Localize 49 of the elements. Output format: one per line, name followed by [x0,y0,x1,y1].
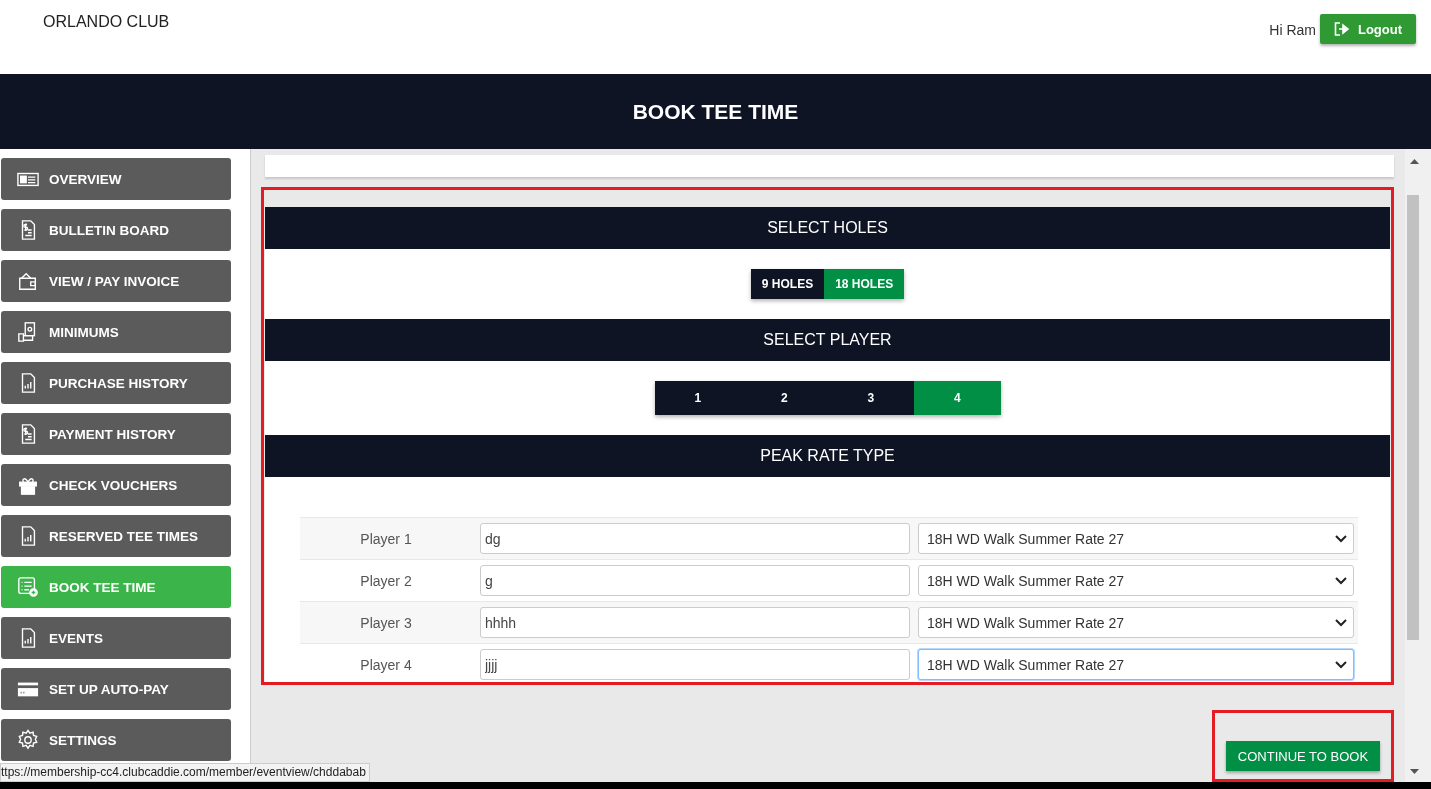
rate-dropdown[interactable]: 18H WD Walk Summer Rate 27 [918,649,1354,680]
player-count-option[interactable]: 2 [741,381,828,415]
player-name-field[interactable]: hhhh [480,607,910,638]
chevron-down-icon [1335,660,1347,669]
list-plus-icon [17,576,39,598]
chevron-down-icon [1335,618,1347,627]
player-name-field[interactable]: g [480,565,910,596]
sidebar-item[interactable]: RESERVED TEE TIMES [1,515,231,557]
sidebar-item[interactable]: PURCHASE HISTORY [1,362,231,404]
player-count-option[interactable]: 1 [654,381,741,415]
wallet-icon [17,270,39,292]
logout-icon [1333,22,1350,36]
continue-to-book-button[interactable]: CONTINUE TO BOOK [1225,741,1381,771]
rate-dropdown[interactable]: 18H WD Walk Summer Rate 27 [918,607,1354,638]
scrollbar[interactable] [1405,149,1431,782]
section-header: SELECT HOLES [265,207,1390,249]
greeting: Hi Ram [1269,22,1316,38]
logout-button[interactable]: Logout [1319,14,1416,44]
status-url: ttps://membership-cc4.clubcaddie.com/member/eventview/chddabab [0,763,370,782]
player-count-option[interactable]: 3 [827,381,914,415]
sidebar-item[interactable]: MINIMUMS [1,311,231,353]
player-count-option[interactable]: 4 [914,381,1001,415]
player-label: Player 2 [359,572,413,589]
player-label: Player 1 [359,530,413,547]
player-name-field[interactable]: jjjj [480,649,910,680]
section-header: PEAK RATE TYPE [265,435,1390,477]
settings-icon [17,729,39,751]
section-header: SELECT PLAYER [265,319,1390,361]
chevron-down-icon [1335,576,1347,585]
sidebar-item[interactable]: SETTINGS [1,719,231,761]
holes-option[interactable]: 9 HOLES [750,269,825,299]
rate-dropdown[interactable]: 18H WD Walk Summer Rate 27 [918,565,1354,596]
scroll-down-icon[interactable] [1410,769,1419,774]
scroll-up-icon[interactable] [1410,159,1419,164]
sidebar-item[interactable]: OVERVIEW [1,158,231,200]
sidebar-item[interactable]: CHECK VOUCHERS [1,464,231,506]
player-label: Player 3 [359,614,413,631]
player-label: Player 4 [359,656,413,673]
sidebar-item[interactable]: BULLETIN BOARD [1,209,231,251]
chevron-down-icon [1335,534,1347,543]
rate-dropdown[interactable]: 18H WD Walk Summer Rate 27 [918,523,1354,554]
holes-option[interactable]: 18 HOLES [824,269,905,299]
player-name-field[interactable]: dg [480,523,910,554]
page-title-bar: BOOK TEE TIME [0,74,1431,149]
sidebar-item[interactable]: EVENTS [1,617,231,659]
sidebar-item[interactable]: PAYMENT HISTORY [1,413,231,455]
sidebar-item[interactable]: SET UP AUTO-PAY [1,668,231,710]
club-name: ORLANDO CLUB [43,13,170,32]
sidebar-item[interactable]: VIEW / PAY INVOICE [1,260,231,302]
